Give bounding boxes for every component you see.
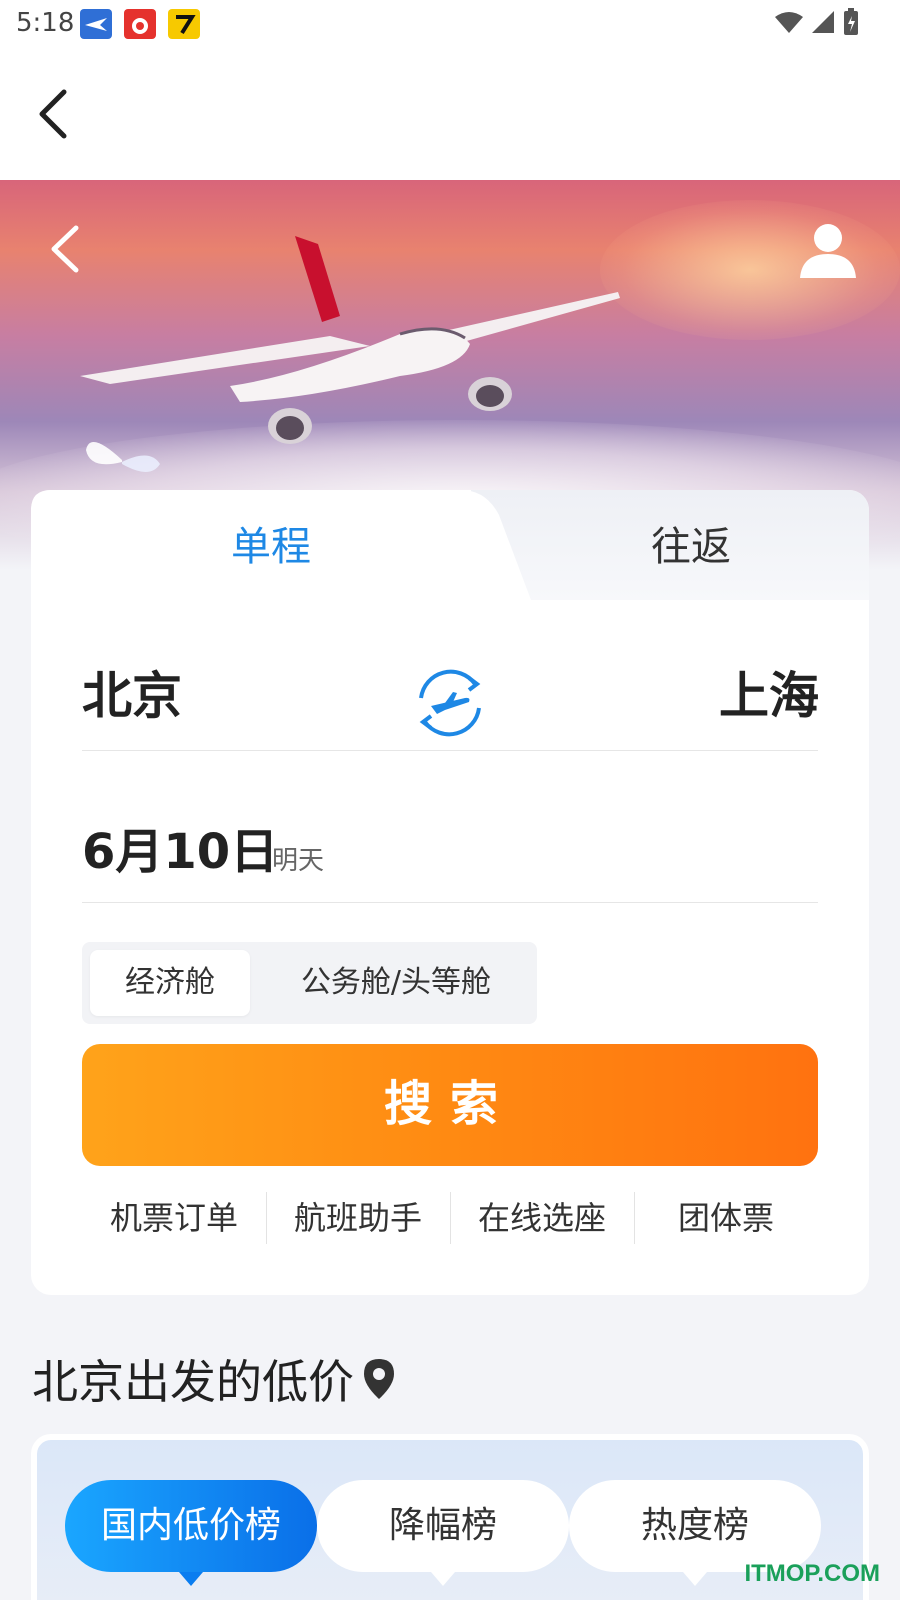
departure-date[interactable]: 6月10日 [82,812,278,882]
battery-icon [844,8,858,35]
notification-app-icon-1 [80,9,112,39]
arrival-city[interactable]: 上海 [719,656,819,728]
cabin-class-selector: 经济舱 公务舱/头等舱 [82,942,537,1024]
wifi-icon [775,12,803,33]
link-group-tickets[interactable]: 团体票 [634,1190,818,1246]
status-bar: 5:18 [0,0,900,48]
quick-links: 机票订单 航班助手 在线选座 团体票 [82,1190,818,1246]
divider [82,750,818,751]
notification-app-icon-2 [124,9,156,39]
user-profile-icon[interactable] [796,218,860,282]
active-tab-indicator [179,1572,203,1586]
link-ticket-orders[interactable]: 机票订单 [82,1190,266,1246]
watermark-text: ITMOP.COM [744,1560,880,1587]
status-indicators [774,8,860,36]
cabin-business-option[interactable]: 公务舱/头等舱 [260,950,532,1016]
butterfly-image [86,442,160,472]
top-navigation [0,48,900,180]
tab-indicator [683,1572,707,1586]
cabin-economy-option[interactable]: 经济舱 [90,950,250,1016]
link-online-seat-selection[interactable]: 在线选座 [450,1190,634,1246]
tab-domestic-low-price[interactable]: 国内低价榜 [65,1480,317,1572]
low-price-card: 国内低价榜 降幅榜 热度榜 [31,1434,869,1600]
tab-round-trip[interactable]: 往返 [571,514,811,572]
back-arrow-icon[interactable] [30,86,80,142]
search-button[interactable]: 搜索 [82,1044,818,1166]
status-time: 5:18 [16,8,75,38]
link-flight-assistant[interactable]: 航班助手 [266,1190,450,1246]
tab-indicator [431,1572,455,1586]
notification-app-icon-3 [168,9,200,39]
low-price-title: 北京出发的低价 [32,1355,354,1409]
tab-price-drop[interactable]: 降幅榜 [317,1480,569,1572]
swap-cities-icon[interactable] [409,662,491,744]
signal-icon [812,11,834,33]
departure-city[interactable]: 北京 [82,656,182,728]
section-title: 北京出发的低价 [32,1346,396,1412]
tab-popularity[interactable]: 热度榜 [569,1480,821,1572]
location-pin-icon[interactable] [362,1357,396,1401]
flight-search-card: 单程 往返 北京 上海 6月10日 明天 经济舱 公务舱/头等舱 搜索 机票订单… [31,490,869,1295]
divider [82,902,818,903]
date-relative-label: 明天 [272,846,325,876]
tab-one-way[interactable]: 单程 [151,514,391,572]
